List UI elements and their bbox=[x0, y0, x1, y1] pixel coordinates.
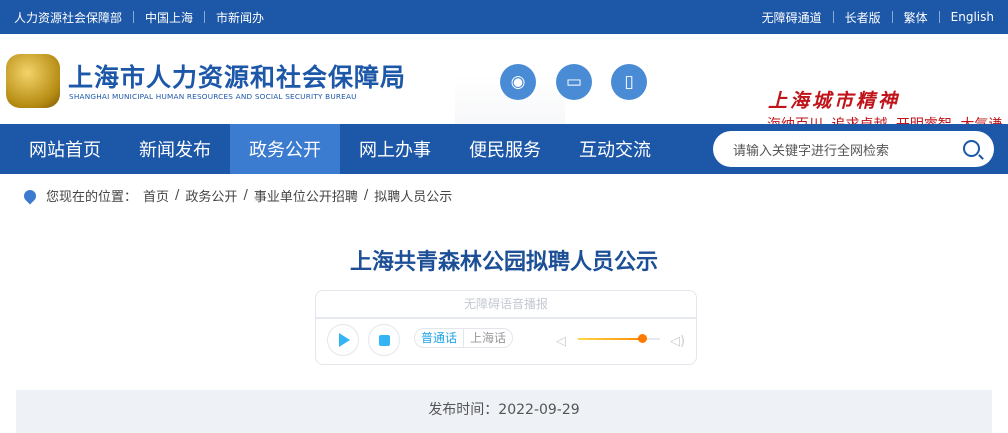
nav-online-service[interactable]: 网上办事 bbox=[340, 124, 450, 174]
link-traditional[interactable]: 繁体 bbox=[904, 9, 928, 26]
search-input[interactable]: 请输入关键字进行全网检索 bbox=[713, 131, 994, 167]
main-nav: 网站首页 新闻发布 政务公开 网上办事 便民服务 互动交流 请输入关键字进行全网… bbox=[0, 124, 1008, 174]
location-pin-icon bbox=[21, 187, 39, 204]
breadcrumb-label: 您现在的位置： bbox=[46, 190, 138, 205]
player-label: 无障碍语音播报 bbox=[316, 291, 696, 319]
link-elder[interactable]: 长者版 bbox=[845, 9, 881, 26]
header: 上海市人力资源和社会保障局 SHANGHAI MUNICIPAL HUMAN R… bbox=[0, 34, 1008, 158]
volume-low-icon[interactable]: ◁ bbox=[556, 334, 566, 349]
search-icon[interactable] bbox=[963, 140, 980, 157]
weibo-icon[interactable]: ◉ bbox=[500, 64, 536, 100]
nav-interaction[interactable]: 互动交流 bbox=[560, 124, 670, 174]
crumb-recruit[interactable]: 事业单位公开招聘 bbox=[254, 186, 358, 205]
publish-date: 发布时间：2022-09-29 bbox=[16, 390, 992, 433]
site-title-en: SHANGHAI MUNICIPAL HUMAN RESOURCES AND S… bbox=[69, 92, 357, 101]
nav-gov-affairs[interactable]: 政务公开 bbox=[230, 124, 340, 174]
link-mohrss[interactable]: 人力资源社会保障部 bbox=[14, 9, 122, 26]
play-icon bbox=[339, 333, 350, 347]
crumb-gov[interactable]: 政务公开 bbox=[185, 186, 237, 205]
voice-player: 无障碍语音播报 普通话 上海话 ◁ ◁) bbox=[315, 290, 697, 365]
site-title: 上海市人力资源和社会保障局 bbox=[68, 63, 407, 92]
article-title: 上海共青森林公园拟聘人员公示 bbox=[349, 250, 658, 275]
play-button[interactable] bbox=[327, 324, 359, 356]
search-placeholder: 请输入关键字进行全网检索 bbox=[733, 143, 890, 159]
nav-news[interactable]: 新闻发布 bbox=[120, 124, 230, 174]
nav-convenience[interactable]: 便民服务 bbox=[450, 124, 560, 174]
nav-home[interactable]: 网站首页 bbox=[10, 124, 120, 174]
stop-button[interactable] bbox=[368, 324, 400, 356]
breadcrumb: 您现在的位置： 首页 / 政务公开 / 事业单位公开招聘 / 拟聘人员公示 bbox=[21, 186, 452, 205]
link-shanghai[interactable]: 中国上海 bbox=[145, 9, 193, 26]
volume-high-icon[interactable]: ◁) bbox=[670, 334, 685, 349]
mandarin-option[interactable]: 普通话 bbox=[415, 329, 465, 347]
city-spirit: 上海城市精神 bbox=[768, 90, 901, 112]
dialect-toggle: 普通话 上海话 bbox=[414, 328, 514, 348]
bureau-logo[interactable] bbox=[6, 54, 60, 108]
stop-icon bbox=[378, 334, 390, 346]
top-bar: 人力资源社会保障部 中国上海 市新闻办 无障碍通道 长者版 繁体 English bbox=[0, 0, 1008, 34]
mobile-icon[interactable]: ▯ bbox=[611, 64, 647, 100]
link-english[interactable]: English bbox=[951, 10, 994, 24]
desktop-icon[interactable]: ▭ bbox=[556, 64, 592, 100]
link-news-office[interactable]: 市新闻办 bbox=[216, 9, 264, 26]
volume-handle[interactable] bbox=[637, 334, 647, 343]
volume-slider[interactable] bbox=[578, 334, 660, 343]
crumb-home[interactable]: 首页 bbox=[143, 186, 169, 205]
crumb-current[interactable]: 拟聘人员公示 bbox=[374, 186, 452, 205]
link-accessibility[interactable]: 无障碍通道 bbox=[762, 9, 822, 26]
shanghainese-option[interactable]: 上海话 bbox=[464, 329, 512, 347]
